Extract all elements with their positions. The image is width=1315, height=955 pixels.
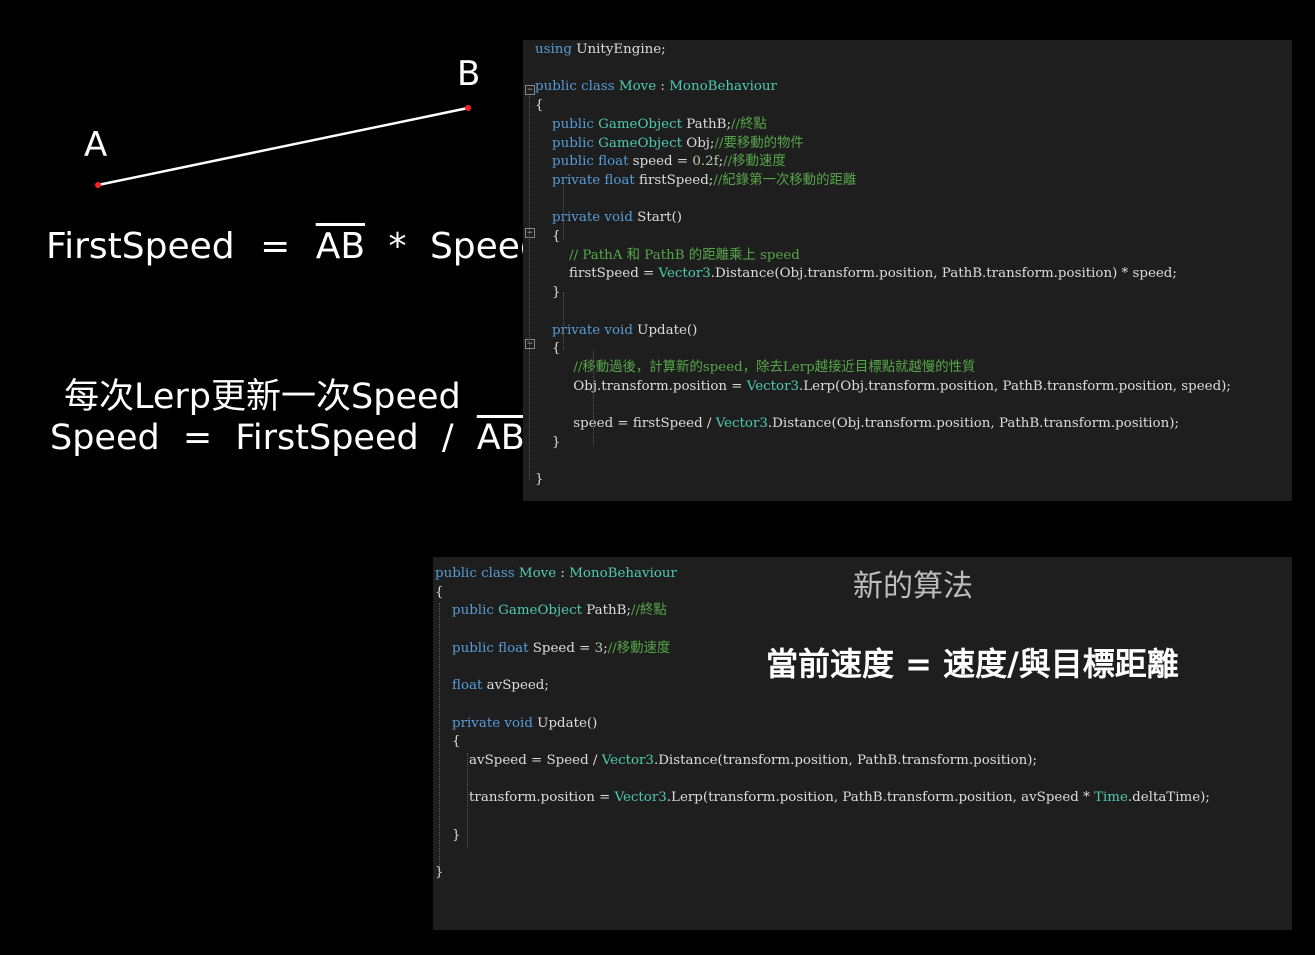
code2-line-9: private void Update() (452, 715, 598, 731)
code2-line-11: avSpeed = Speed / Vector3.Distance(trans… (435, 753, 1038, 768)
formula1-left: FirstSpeed (46, 226, 235, 267)
point-a-dot (95, 182, 101, 188)
code1-line-6: public GameObject Obj;//要移動的物件 (552, 135, 804, 151)
code-editor-original: using UnityEngine; public class Move : Mo… (523, 40, 1292, 501)
code2-indent-guide-1 (439, 603, 440, 867)
code1-indent-guide-3 (563, 292, 564, 350)
code1-line-3: public class Move : MonoBehaviour (535, 79, 777, 95)
formula2-op: / (441, 418, 454, 458)
point-b-dot (465, 105, 471, 111)
code1-indent-guide-2 (563, 180, 564, 240)
formula1-op: * (388, 226, 407, 267)
caption-lerp-update: 每次Lerp更新一次Speed (64, 377, 461, 417)
formula2-mid: FirstSpeed (235, 418, 419, 458)
vector-diagram: A B FirstSpeed = AB * Speed 每次Lerp更新一次Sp… (0, 0, 543, 520)
code1-indent-guide-4 (593, 350, 594, 445)
code2-line-13: transform.position = Vector3.Lerp(transf… (435, 790, 1210, 806)
formula-speed: Speed = FirstSpeed / AB (50, 418, 525, 458)
new-algorithm-title: 新的算法 (853, 569, 973, 604)
code1-fold-toggle-1[interactable]: − (525, 85, 535, 95)
formula2-left: Speed (50, 418, 160, 458)
code1-line-16: private void Update() (552, 322, 698, 338)
formula2-eq: = (182, 418, 213, 458)
formula1-eq: = (260, 226, 291, 267)
code1-indent-guide-1 (529, 96, 530, 480)
segment-ab (97, 106, 469, 187)
code1-fold-toggle-2[interactable]: − (525, 228, 535, 238)
code-editor-new: 新的算法 當前速度 = 速度/與目標距離 public class Move :… (433, 557, 1292, 930)
code1-line-1: using UnityEngine; (535, 42, 666, 57)
formula2-ab: AB (476, 418, 525, 458)
code2-line-5: public float Speed = 3;//移動速度 (452, 640, 671, 656)
code1-line-13: firstSpeed = Vector3.Distance(Obj.transf… (535, 266, 1177, 282)
formula-first-speed: FirstSpeed = AB * Speed (46, 226, 543, 267)
point-a-label: A (84, 125, 108, 165)
code1-line-5: public GameObject PathB;//終點 (552, 116, 767, 132)
code1-line-14: } (535, 285, 561, 301)
code2-line-1: public class Move : MonoBehaviour (435, 566, 677, 581)
code1-line-17: { (535, 341, 561, 357)
formula1-ab: AB (315, 226, 366, 267)
code1-line-12: // PathA 和 PathB 的距離乘上 speed (569, 247, 800, 263)
code2-line-2: { (435, 584, 444, 600)
code1-line-18: //移動過後，計算新的speed，除去Lerp越接近目標點就越慢的性質 (573, 359, 976, 375)
code2-indent-guide-2 (467, 753, 468, 847)
code1-line-4: { (535, 98, 544, 114)
code1-line-7: public float speed = 0.2f;//移動速度 (552, 154, 786, 170)
new-algorithm-formula: 當前速度 = 速度/與目標距離 (766, 645, 1179, 683)
code1-line-11: { (535, 229, 561, 244)
code1-line-24: } (535, 472, 544, 488)
code1-line-10: private void Start() (552, 210, 682, 226)
code1-fold-toggle-3[interactable]: − (525, 339, 535, 349)
code1-line-8: private float firstSpeed;//紀錄第一次移動的距離 (552, 172, 857, 188)
code2-line-7: float avSpeed; (452, 678, 549, 694)
code1-line-19: Obj.transform.position = Vector3.Lerp(Ob… (535, 378, 1231, 394)
code1-line-22: } (535, 434, 561, 450)
code2-line-3: public GameObject PathB;//終點 (452, 603, 667, 619)
code1-line-21: speed = firstSpeed / Vector3.Distance(Ob… (535, 416, 1179, 431)
point-b-label: B (457, 54, 481, 94)
